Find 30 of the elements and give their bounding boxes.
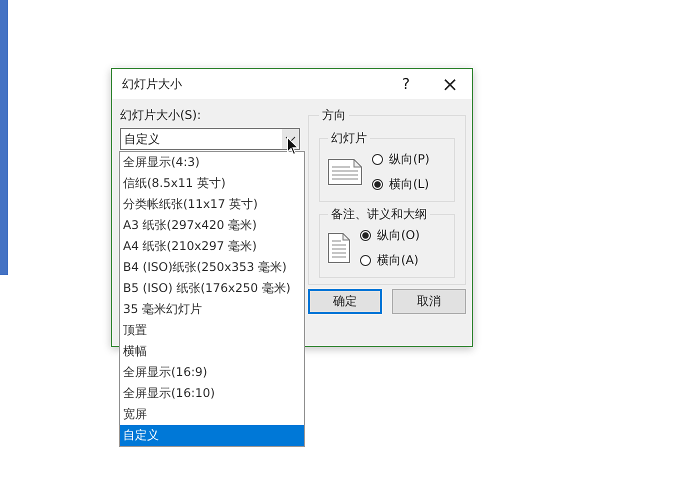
dropdown-option[interactable]: 自定义 [120,425,304,446]
field-label: 幻灯片大小(S): [120,107,202,124]
dropdown-option[interactable]: 全屏显示(16:9) [120,362,304,383]
size-dropdown[interactable]: 自定义 [120,128,300,150]
dropdown-option[interactable]: B5 (ISO) 纸张(176x250 毫米) [120,278,304,299]
dropdown-option[interactable]: 全屏显示(16:10) [120,383,304,404]
help-button[interactable]: ? [384,69,428,99]
dropdown-option[interactable]: B4 (ISO)纸张(250x353 毫米) [120,257,304,278]
dropdown-option[interactable]: 全屏显示(4:3) [120,152,304,173]
dropdown-option[interactable]: A3 纸张(297x420 毫米) [120,215,304,236]
landscape-page-icon [328,159,362,185]
dropdown-option[interactable]: 35 毫米幻灯片 [120,299,304,320]
radio-option[interactable]: 纵向(O) [360,227,420,244]
dialog-button[interactable]: 确定 [308,289,382,314]
window-title: 幻灯片大小 [122,76,183,92]
dropdown-option[interactable]: 分类帐纸张(11x17 英寸) [120,194,304,215]
dropdown-option[interactable]: 宽屏 [120,404,304,425]
dropdown-option[interactable]: 顶置 [120,320,304,341]
dropdown-option[interactable]: A4 纸张(210x297 毫米) [120,236,304,257]
group-title: 备注、讲义和大纲 [330,206,428,223]
dropdown-option[interactable]: 横幅 [120,341,304,362]
group-title: 幻灯片 [330,130,368,147]
dropdown-option[interactable]: 信纸(8.5x11 英寸) [120,173,304,194]
radio-option[interactable]: 纵向(P) [372,151,430,168]
close-button[interactable]: × [428,69,472,99]
radio-option[interactable]: 横向(A) [360,252,420,269]
group-title: 方向 [321,107,347,124]
radio-option[interactable]: 横向(L) [372,176,430,193]
dialog-button[interactable]: 取消 [392,289,466,314]
portrait-page-icon [328,233,350,263]
